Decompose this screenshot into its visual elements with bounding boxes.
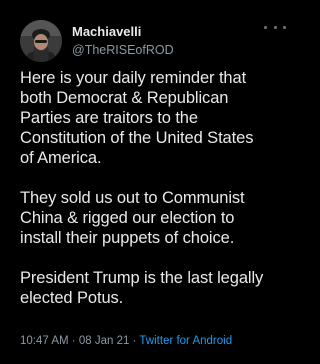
- display-name[interactable]: Machiavelli: [72, 24, 242, 40]
- tweet-meta: 10:47 AM · 08 Jan 21 · Twitter for Andro…: [20, 334, 232, 348]
- tweet-time[interactable]: 10:47 AM: [20, 335, 69, 347]
- tweet-paragraph: Here is your daily reminder that both De…: [20, 69, 254, 167]
- tweet-date[interactable]: 08 Jan 21: [79, 335, 130, 347]
- more-options-icon[interactable]: [264, 22, 286, 32]
- more-dot: [273, 25, 277, 29]
- user-handle[interactable]: @TheRISEofROD: [72, 42, 242, 59]
- user-names: Machiavelli @TheRISEofROD: [72, 24, 242, 59]
- tweet-paragraph: They sold us out to Communist China & ri…: [20, 189, 245, 247]
- avatar[interactable]: [20, 20, 62, 62]
- tweet-source[interactable]: Twitter for Android: [139, 335, 232, 347]
- avatar-image: [20, 20, 62, 62]
- more-dot: [283, 25, 286, 29]
- more-dot: [264, 25, 267, 29]
- tweet: Machiavelli @TheRISEofROD Here is your d…: [0, 0, 304, 364]
- meta-separator: ·: [71, 335, 76, 347]
- tweet-header: Machiavelli @TheRISEofROD: [20, 20, 290, 64]
- tweet-paragraph: President Trump is the last legally elec…: [20, 269, 264, 307]
- tweet-text: Here is your daily reminder that both De…: [20, 68, 298, 308]
- meta-separator: ·: [132, 335, 137, 347]
